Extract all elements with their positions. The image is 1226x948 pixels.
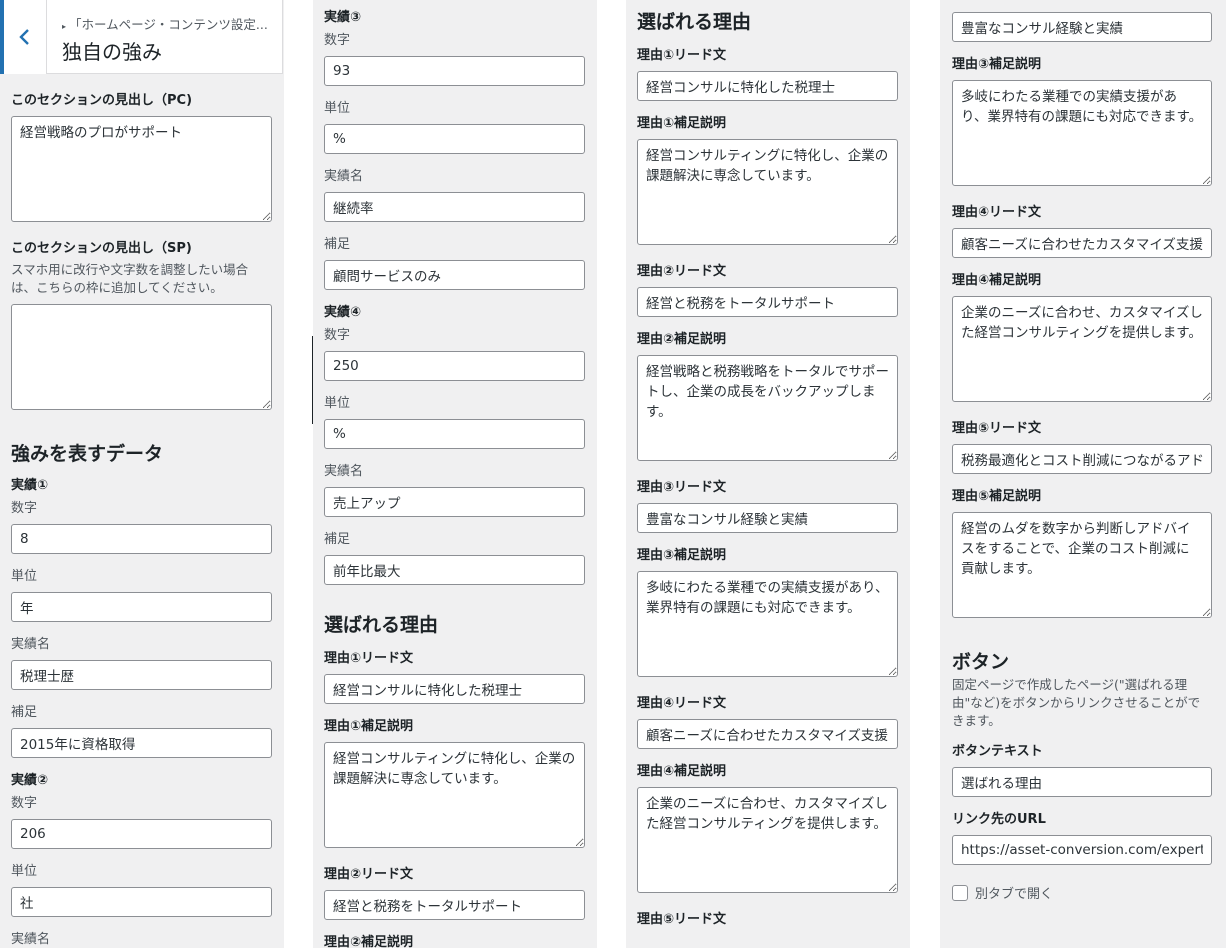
achievement-2-unit-label: 単位 xyxy=(11,864,38,879)
achievement-4-number-label: 数字 xyxy=(324,328,351,343)
reason-3-desc-textarea[interactable]: 多岐にわたる業種での実績支援があり、業界特有の課題にも対応できます。 xyxy=(952,80,1212,186)
achievement-4-heading: 実績④ xyxy=(324,305,362,320)
breadcrumb: ▸ 「ホームページ・コンテンツ設定... xyxy=(62,14,268,33)
link-url-input[interactable] xyxy=(952,835,1212,865)
reasons-heading: 選ばれる理由 xyxy=(637,11,752,33)
reason-1-desc-label: 理由①補足説明 xyxy=(637,116,727,131)
achievement-3-unit-input[interactable] xyxy=(324,124,585,154)
panel-header: ▸ 「ホームページ・コンテンツ設定... 独自の強み xyxy=(0,0,283,74)
reason-1-lead-label: 理由①リード文 xyxy=(324,651,414,666)
reasons-heading: 選ばれる理由 xyxy=(324,614,439,636)
achievement-3-heading: 実績③ xyxy=(324,10,362,25)
customizer-panel-3: 選ばれる理由 理由①リード文 理由①補足説明 経営コンサルティングに特化し、企業… xyxy=(626,0,910,948)
reason-2-lead-input[interactable] xyxy=(637,287,898,317)
achievement-1-unit-input[interactable] xyxy=(11,592,272,622)
open-new-tab-option[interactable]: 別タブで開く xyxy=(952,883,1212,902)
button-text-label: ボタンテキスト xyxy=(952,744,1043,759)
achievement-1-note-input[interactable] xyxy=(11,728,272,758)
pc-heading-label: このセクションの見出し（PC) xyxy=(11,93,193,108)
achievement-3-note-label: 補足 xyxy=(324,237,351,252)
reason-3-lead-label: 理由③リード文 xyxy=(637,480,727,495)
reason-4-lead-input[interactable] xyxy=(637,719,898,749)
button-text-input[interactable] xyxy=(952,767,1212,797)
reason-3-desc-label: 理由③補足説明 xyxy=(637,548,727,563)
sp-heading-label: このセクションの見出し（SP) xyxy=(11,241,192,256)
reason-2-desc-textarea[interactable]: 経営戦略と税務戦略をトータルでサポートし、企業の成長をバックアップします。 xyxy=(637,355,898,461)
reason-1-desc-textarea[interactable]: 経営コンサルティングに特化し、企業の課題解決に専念しています。 xyxy=(637,139,898,245)
reason-4-desc-label: 理由④補足説明 xyxy=(952,273,1042,288)
achievement-4-unit-label: 単位 xyxy=(324,396,351,411)
achievement-3-name-input[interactable] xyxy=(324,192,585,222)
achievement-2-name-label: 実績名 xyxy=(11,932,51,947)
achievement-1-heading: 実績① xyxy=(11,478,49,493)
reason-4-desc-textarea[interactable]: 企業のニーズに合わせ、カスタマイズした経営コンサルティングを提供します。 xyxy=(952,296,1212,402)
customizer-panel-4: 理由③補足説明 多岐にわたる業種での実績支援があり、業界特有の課題にも対応できま… xyxy=(940,0,1226,948)
reason-4-desc-label: 理由④補足説明 xyxy=(637,764,727,779)
open-new-tab-checkbox[interactable] xyxy=(952,884,968,901)
customizer-panel-2: 実績③ 数字 単位 実績名 補足 実績④ 数字 単位 実績名 補足 選ばれる理由… xyxy=(313,0,597,948)
achievement-2-heading: 実績② xyxy=(11,773,49,788)
open-new-tab-label: 別タブで開く xyxy=(975,887,1054,902)
achievement-1-name-input[interactable] xyxy=(11,660,272,690)
reason-2-desc-label: 理由②補足説明 xyxy=(324,935,414,948)
reason-1-desc-textarea[interactable]: 経営コンサルティングに特化し、企業の課題解決に専念しています。 xyxy=(324,742,585,848)
reason-3-desc-textarea[interactable]: 多岐にわたる業種での実績支援があり、業界特有の課題にも対応できます。 xyxy=(637,571,898,677)
panel-title: 独自の強み xyxy=(62,40,162,64)
sp-heading-description: スマホ用に改行や文字数を調整したい場合は、こちらの枠に追加してください。 xyxy=(11,262,249,295)
chevron-left-icon xyxy=(19,29,29,45)
reason-4-desc-textarea[interactable]: 企業のニーズに合わせ、カスタマイズした経営コンサルティングを提供します。 xyxy=(637,787,898,893)
reason-2-lead-label: 理由②リード文 xyxy=(324,867,414,882)
reason-1-lead-label: 理由①リード文 xyxy=(637,48,727,63)
sp-heading-textarea[interactable] xyxy=(11,304,272,410)
achievement-3-note-input[interactable] xyxy=(324,260,585,290)
breadcrumb-text: 「ホームページ・コンテンツ設定... xyxy=(69,17,268,32)
achievement-4-name-label: 実績名 xyxy=(324,464,364,479)
reason-5-desc-textarea[interactable]: 経営のムダを数字から判断しアドバイスをすることで、企業のコスト削減に貢献します。 xyxy=(952,512,1212,618)
reason-5-lead-input[interactable] xyxy=(952,444,1212,474)
reason-2-desc-label: 理由②補足説明 xyxy=(637,332,727,347)
pc-heading-textarea[interactable]: 経営戦略のプロがサポート xyxy=(11,116,272,222)
reason-1-lead-input[interactable] xyxy=(324,674,585,704)
achievement-1-unit-label: 単位 xyxy=(11,569,38,584)
achievement-3-name-label: 実績名 xyxy=(324,169,364,184)
reason-1-lead-input[interactable] xyxy=(637,71,898,101)
reason-1-desc-label: 理由①補足説明 xyxy=(324,719,414,734)
achievement-4-note-input[interactable] xyxy=(324,555,585,585)
achievement-1-name-label: 実績名 xyxy=(11,637,51,652)
reason-4-lead-label: 理由④リード文 xyxy=(952,205,1042,220)
achievement-4-unit-input[interactable] xyxy=(324,419,585,449)
reason-2-lead-label: 理由②リード文 xyxy=(637,264,727,279)
achievement-3-number-label: 数字 xyxy=(324,33,351,48)
reason-5-lead-label: 理由⑤リード文 xyxy=(637,912,727,927)
achievement-3-unit-label: 単位 xyxy=(324,101,351,116)
reason-4-lead-input[interactable] xyxy=(952,228,1212,258)
achievement-4-note-label: 補足 xyxy=(324,532,351,547)
reason-4-lead-label: 理由④リード文 xyxy=(637,696,727,711)
link-url-label: リンク先のURL xyxy=(952,812,1046,827)
achievement-1-number-input[interactable] xyxy=(11,524,272,554)
customizer-panel-1: ▸ 「ホームページ・コンテンツ設定... 独自の強み このセクションの見出し（PC… xyxy=(0,0,284,948)
achievement-1-note-label: 補足 xyxy=(11,705,38,720)
button-section-description: 固定ページで作成したページ("選ばれる理由"など)をボタンからリンクさせることが… xyxy=(952,677,1201,728)
reason-3-desc-label: 理由③補足説明 xyxy=(952,57,1042,72)
reason-5-lead-label: 理由⑤リード文 xyxy=(952,421,1042,436)
button-section-heading: ボタン xyxy=(952,651,1010,673)
back-button[interactable] xyxy=(0,0,47,74)
reason-3-lead-input[interactable] xyxy=(637,503,898,533)
reason-2-lead-input[interactable] xyxy=(324,890,585,920)
achievement-1-number-label: 数字 xyxy=(11,501,38,516)
achievement-2-number-label: 数字 xyxy=(11,796,38,811)
strength-data-heading: 強みを表すデータ xyxy=(11,443,164,465)
achievement-4-number-input[interactable] xyxy=(324,351,585,381)
breadcrumb-arrow-icon: ▸ xyxy=(62,22,67,31)
achievement-2-unit-input[interactable] xyxy=(11,887,272,917)
reason-5-desc-label: 理由⑤補足説明 xyxy=(952,489,1042,504)
achievement-2-number-input[interactable] xyxy=(11,819,272,849)
panel-divider xyxy=(312,336,313,424)
achievement-4-name-input[interactable] xyxy=(324,487,585,517)
reason-3-lead-input[interactable] xyxy=(952,12,1212,42)
achievement-3-number-input[interactable] xyxy=(324,56,585,86)
